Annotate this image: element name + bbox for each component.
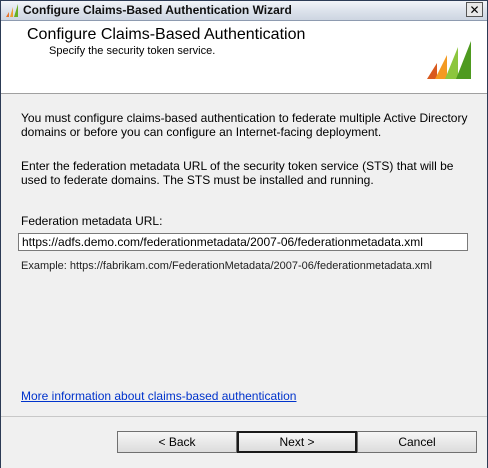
more-info-link[interactable]: More information about claims-based auth… — [21, 389, 296, 403]
button-bar: < Back Next > Cancel — [1, 416, 487, 468]
wizard-header: Configure Claims-Based Authentication Sp… — [1, 21, 487, 94]
url-field-label: Federation metadata URL: — [21, 214, 163, 228]
title-bar[interactable]: Configure Claims-Based Authentication Wi… — [1, 1, 487, 21]
back-button[interactable]: < Back — [117, 431, 237, 453]
dynamics-logo-icon — [427, 41, 471, 79]
wizard-content: You must configure claims-based authenti… — [1, 94, 487, 416]
federation-url-input[interactable] — [18, 233, 468, 251]
close-icon: ✕ — [469, 2, 480, 17]
next-button[interactable]: Next > — [237, 431, 357, 453]
example-text: Example: https://fabrikam.com/Federation… — [21, 260, 432, 272]
app-logo-icon — [6, 4, 18, 17]
page-subtitle: Specify the security token service. — [49, 45, 216, 57]
instruction-text: Enter the federation metadata URL of the… — [21, 159, 454, 187]
intro-text: You must configure claims-based authenti… — [21, 111, 468, 139]
wizard-window: Configure Claims-Based Authentication Wi… — [0, 0, 488, 468]
page-title: Configure Claims-Based Authentication — [27, 26, 306, 43]
close-button[interactable]: ✕ — [466, 2, 483, 17]
cancel-button[interactable]: Cancel — [357, 431, 477, 453]
window-title: Configure Claims-Based Authentication Wi… — [23, 3, 292, 17]
